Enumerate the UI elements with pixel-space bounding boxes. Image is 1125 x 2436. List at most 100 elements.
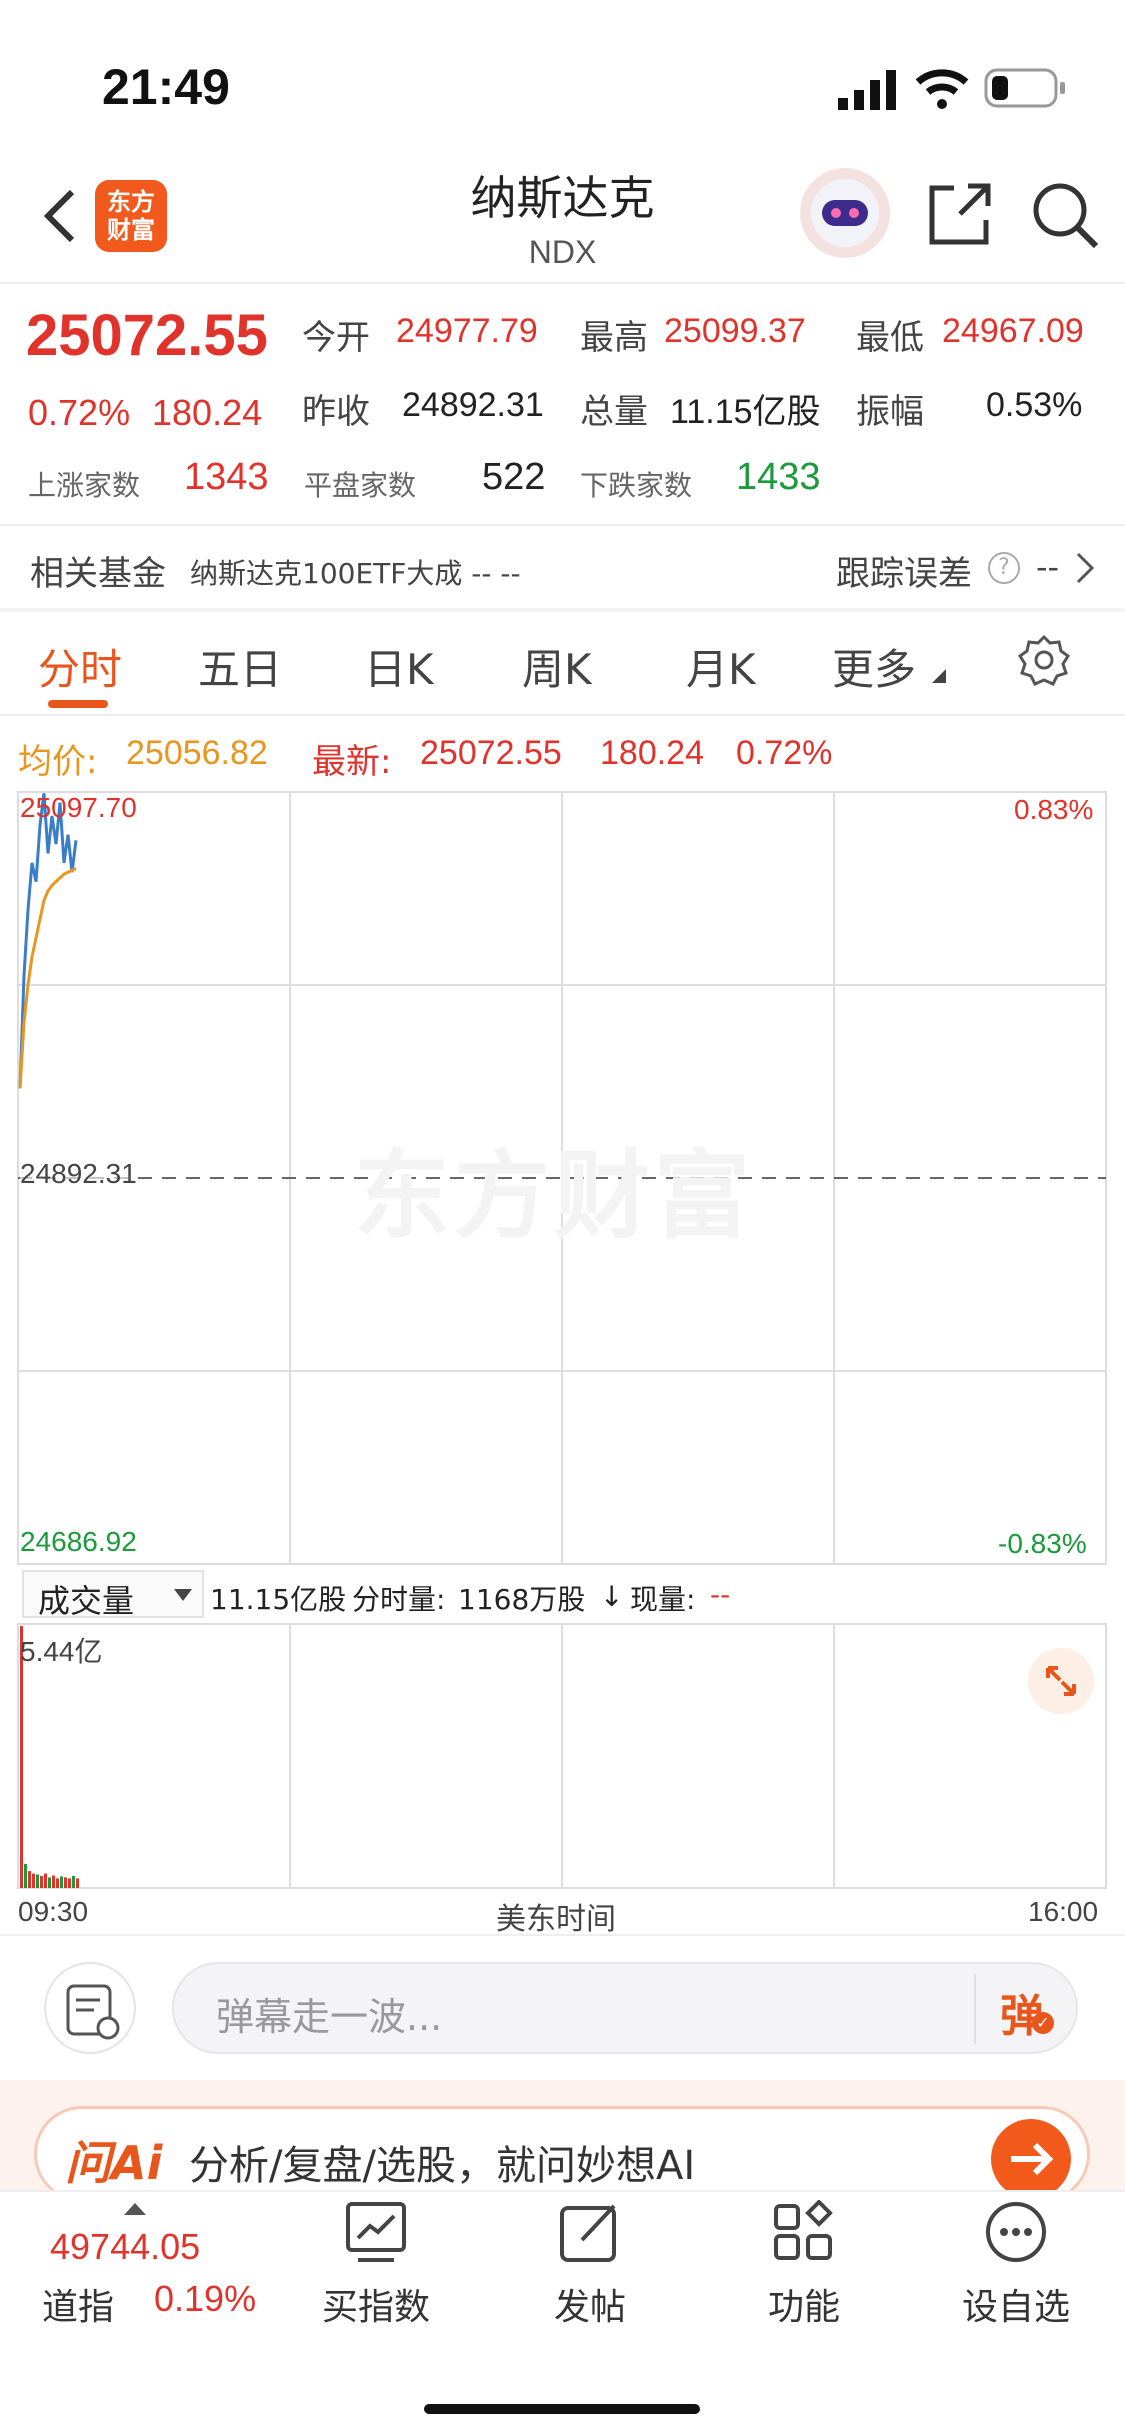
message-settings-icon bbox=[66, 1984, 120, 2040]
volume-bar bbox=[68, 1878, 71, 1888]
x-mid-label: 美东时间 bbox=[496, 1902, 616, 1937]
y-bottom-label: 24686.92 bbox=[20, 1526, 137, 1557]
danmu-toggle[interactable]: 弹 bbox=[1000, 1980, 1044, 2044]
intraday-chart[interactable]: 东方财富 25097.70 24892.31 24686.92 0.83% -0… bbox=[0, 788, 1125, 1568]
index-name: 道指 bbox=[42, 2287, 115, 2328]
volume-chart-svg bbox=[17, 1623, 1107, 1889]
tab-monthly-k[interactable]: 月K bbox=[686, 636, 756, 697]
latest-change: 180.24 bbox=[600, 734, 704, 772]
minute-volume-value: 1168万股 bbox=[458, 1583, 586, 1616]
more-caret-icon bbox=[932, 668, 946, 687]
up-count-label: 上涨家数 bbox=[28, 469, 141, 502]
volume-max-label: 5.44亿 bbox=[20, 1636, 103, 1667]
ai-banner-text: 分析/复盘/选股，就问妙想AI bbox=[189, 2143, 696, 2189]
y-top-label: 25097.70 bbox=[20, 792, 137, 823]
open-label: 今开 bbox=[302, 318, 370, 358]
amplitude-label: 振幅 bbox=[856, 392, 924, 432]
down-count: 1433 bbox=[736, 456, 821, 498]
tab-intraday[interactable]: 分时 bbox=[38, 636, 122, 697]
down-arrow-icon: ↓ bbox=[600, 1580, 624, 1613]
low-label: 最低 bbox=[856, 318, 924, 358]
index-pct: 0.19% bbox=[154, 2278, 257, 2319]
share-icon[interactable] bbox=[926, 180, 994, 252]
prev-close-value: 24892.31 bbox=[402, 386, 544, 424]
volume-bar bbox=[48, 1877, 51, 1888]
tab-five-day[interactable]: 五日 bbox=[198, 636, 282, 697]
volume-bar bbox=[44, 1873, 47, 1888]
volume-bar bbox=[32, 1873, 35, 1888]
volume-bar bbox=[64, 1877, 67, 1888]
tracking-value: -- bbox=[1036, 548, 1060, 586]
nav-buy-index[interactable]: 买指数 bbox=[276, 2200, 476, 2330]
home-indicator bbox=[424, 2404, 700, 2414]
nav-buy-index-label: 买指数 bbox=[321, 2287, 430, 2328]
change-value: 180.24 bbox=[152, 392, 263, 433]
arrow-right-icon[interactable] bbox=[991, 2119, 1071, 2199]
volume-bar bbox=[24, 1863, 27, 1888]
price-line bbox=[18, 793, 78, 1089]
comment-list-button[interactable] bbox=[44, 1962, 136, 2054]
volume-selector[interactable]: 成交量 bbox=[22, 1570, 204, 1620]
index-ticker[interactable]: 49744.05 道指 0.19% bbox=[20, 2196, 280, 2328]
tab-more[interactable]: 更多 bbox=[832, 636, 916, 697]
comment-input[interactable]: 弹幕走一波... 弹 ✓ bbox=[172, 1962, 1078, 2054]
flat-count: 522 bbox=[482, 456, 546, 498]
index-value: 49744.05 bbox=[50, 2226, 201, 2267]
now-volume-label: 现量: bbox=[630, 1583, 696, 1616]
latest-value: 25072.55 bbox=[420, 734, 562, 772]
x-end-label: 16:00 bbox=[1028, 1896, 1099, 1927]
comment-placeholder: 弹幕走一波... bbox=[216, 1995, 443, 2039]
related-fund-row[interactable]: 相关基金 纳斯达克100ETF大成 -- -- 跟踪误差 ? -- bbox=[0, 526, 1125, 608]
nav-post-label: 发帖 bbox=[553, 2287, 626, 2328]
signal-icon bbox=[838, 70, 900, 114]
chart-board-icon bbox=[346, 2202, 406, 2262]
nav-functions-label: 功能 bbox=[767, 2287, 840, 2328]
expand-icon[interactable] bbox=[1028, 1648, 1094, 1714]
volume-bar bbox=[28, 1871, 31, 1888]
caret-up-icon bbox=[124, 2200, 146, 2219]
nav-post[interactable]: 发帖 bbox=[490, 2200, 690, 2330]
x-start-label: 09:30 bbox=[18, 1896, 89, 1927]
ai-banner[interactable]: 问Ai 分析/复盘/选股，就问妙想AI bbox=[34, 2106, 1090, 2202]
avg-label: 均价: bbox=[18, 742, 98, 782]
down-count-label: 下跌家数 bbox=[580, 469, 693, 502]
up-count: 1343 bbox=[184, 456, 269, 498]
high-value: 25099.37 bbox=[664, 312, 806, 350]
volume-bar bbox=[72, 1876, 75, 1888]
volume-bar bbox=[76, 1878, 79, 1888]
volume-selector-label: 成交量 bbox=[38, 1582, 135, 1620]
fund-label: 相关基金 bbox=[30, 554, 166, 594]
tracking-label: 跟踪误差 bbox=[836, 554, 972, 594]
change-pct: 0.72% bbox=[28, 392, 131, 433]
nav-functions[interactable]: 功能 bbox=[704, 2200, 904, 2330]
edit-icon bbox=[560, 2204, 616, 2262]
robot-avatar[interactable] bbox=[800, 168, 890, 258]
ai-brand: 问Ai bbox=[65, 2136, 163, 2190]
tab-weekly-k[interactable]: 周K bbox=[522, 636, 592, 697]
search-icon[interactable] bbox=[1030, 180, 1100, 254]
volume-value: 11.15亿股 bbox=[670, 393, 821, 431]
volume-bar bbox=[40, 1876, 43, 1888]
nav-add-watchlist[interactable]: 设自选 bbox=[916, 2200, 1116, 2330]
settings-gear-icon[interactable] bbox=[1017, 634, 1071, 690]
volume-bar bbox=[56, 1878, 59, 1888]
volume-bar bbox=[36, 1874, 39, 1888]
prev-close-label: 昨收 bbox=[302, 392, 370, 432]
help-icon[interactable]: ? bbox=[988, 552, 1020, 584]
minute-volume-label: 分时量: bbox=[352, 1583, 446, 1616]
tab-active-indicator bbox=[48, 700, 108, 708]
chevron-right-icon bbox=[1074, 550, 1098, 590]
now-volume-value: -- bbox=[710, 1578, 731, 1611]
tab-daily-k[interactable]: 日K bbox=[364, 636, 434, 697]
volume-chart[interactable]: 5.44亿 bbox=[0, 1622, 1125, 1892]
volume-total: 11.15亿股 bbox=[210, 1583, 347, 1616]
watermark: 东方财富 bbox=[354, 1140, 754, 1252]
low-value: 24967.09 bbox=[942, 312, 1084, 350]
grid-apps-icon bbox=[774, 2200, 833, 2260]
wifi-icon bbox=[914, 66, 970, 114]
status-time: 21:49 bbox=[102, 59, 230, 115]
open-value: 24977.79 bbox=[396, 312, 538, 350]
volume-bar bbox=[52, 1875, 55, 1888]
fund-name: 纳斯达克100ETF大成 -- -- bbox=[190, 557, 521, 590]
nav-add-watchlist-label: 设自选 bbox=[961, 2287, 1070, 2328]
